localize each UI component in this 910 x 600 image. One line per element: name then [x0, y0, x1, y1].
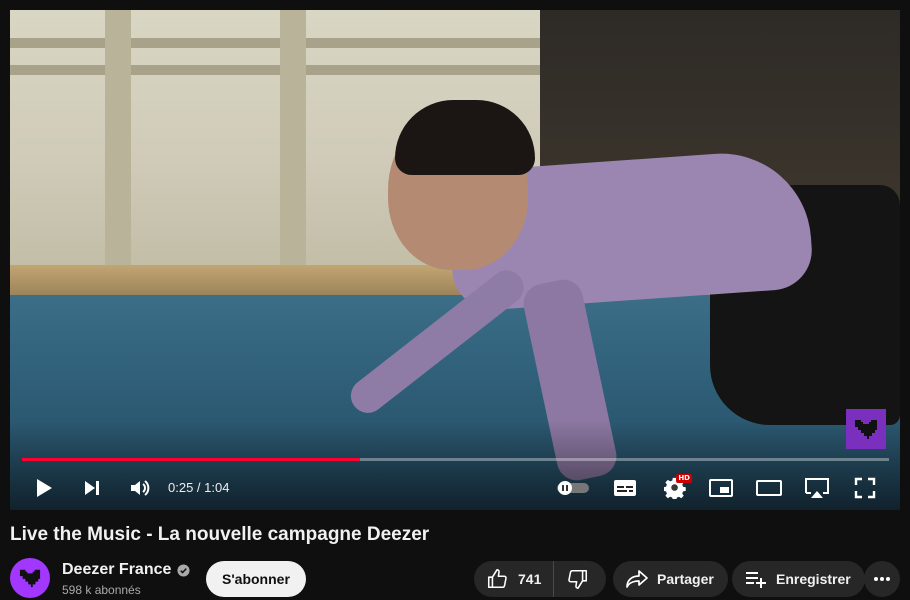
- play-icon: [37, 479, 52, 497]
- fullscreen-button[interactable]: [852, 470, 878, 506]
- miniplayer-button[interactable]: [707, 470, 735, 506]
- theater-icon: [756, 480, 782, 496]
- autoplay-toggle[interactable]: [555, 470, 591, 506]
- channel-name[interactable]: Deezer France: [62, 561, 171, 579]
- progress-bar[interactable]: [22, 458, 889, 461]
- next-button[interactable]: [80, 470, 104, 506]
- time-display: 0:25 / 1:04: [168, 470, 229, 506]
- like-button[interactable]: 741: [474, 561, 555, 597]
- hd-badge: HD: [676, 474, 692, 483]
- autoplay-toggle-icon: [557, 481, 589, 495]
- deezer-logo-watermark[interactable]: [846, 409, 886, 449]
- cast-icon: [805, 478, 829, 498]
- thumbs-down-icon: [568, 569, 588, 589]
- time-total: 1:04: [204, 480, 230, 495]
- play-button[interactable]: [30, 470, 58, 506]
- channel-row: Deezer France 598 k abonnés S'abonner 74…: [10, 558, 900, 600]
- time-separator: /: [193, 480, 205, 495]
- channel-name-wrap[interactable]: Deezer France: [62, 561, 190, 579]
- subscriber-count: 598 k abonnés: [62, 583, 141, 597]
- subscribe-button[interactable]: S'abonner: [206, 561, 306, 597]
- volume-button[interactable]: [127, 470, 153, 506]
- more-horizontal-icon: [874, 577, 890, 581]
- verified-check-icon: [177, 563, 190, 577]
- fullscreen-icon: [854, 477, 876, 499]
- share-button[interactable]: Partager: [613, 561, 728, 597]
- share-icon: [626, 570, 648, 588]
- cast-button[interactable]: [802, 470, 832, 506]
- subtitles-icon: [614, 480, 636, 496]
- next-icon: [85, 481, 99, 495]
- volume-icon: [131, 480, 150, 496]
- miniplayer-icon: [709, 479, 733, 497]
- subtitles-button[interactable]: [612, 470, 638, 506]
- channel-avatar[interactable]: [10, 558, 50, 598]
- time-current: 0:25: [168, 480, 194, 495]
- player-controls: 0:25 / 1:04 HD: [10, 470, 900, 506]
- video-frame[interactable]: [10, 10, 900, 510]
- progress-played: [22, 458, 361, 461]
- heart-logo-icon: [19, 569, 41, 588]
- video-title: Live the Music - La nouvelle campagne De…: [10, 524, 430, 545]
- more-actions-button[interactable]: [864, 561, 900, 597]
- dislike-button[interactable]: [554, 561, 602, 597]
- share-label: Partager: [657, 571, 714, 587]
- like-dislike-group: 741: [474, 561, 606, 597]
- thumbs-up-icon: [487, 569, 507, 589]
- save-label: Enregistrer: [776, 571, 851, 587]
- playlist-add-icon: [746, 572, 766, 588]
- save-button[interactable]: Enregistrer: [732, 561, 865, 597]
- settings-button[interactable]: HD: [660, 470, 692, 506]
- like-count: 741: [518, 571, 542, 587]
- video-player[interactable]: 0:25 / 1:04 HD: [10, 10, 900, 510]
- heart-logo-icon: [855, 420, 877, 439]
- theater-mode-button[interactable]: [755, 470, 783, 506]
